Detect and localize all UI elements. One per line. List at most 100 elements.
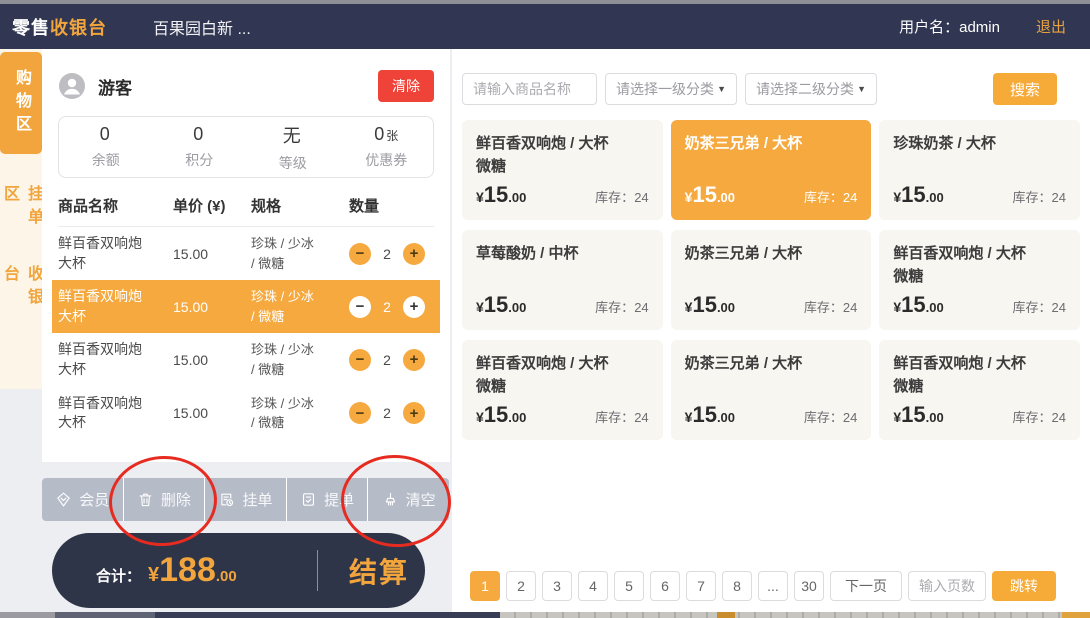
- store-name: 百果园白新 ...: [153, 15, 251, 39]
- stat-value: 0: [374, 124, 384, 144]
- cart-panel: 游客 清除 0 余额 0 积分: [42, 49, 450, 462]
- col-header-name: 商品名称: [58, 195, 173, 216]
- delete-button[interactable]: 删除: [124, 478, 206, 521]
- cart-item-spec: 珍珠 / 少冰 / 微糖: [251, 234, 349, 273]
- hold-order-button[interactable]: 挂单: [205, 478, 287, 521]
- product-stock: 库存：24: [595, 297, 648, 316]
- product-name: 鲜百香双响炮 / 大杯 微糖: [476, 132, 649, 179]
- product-card[interactable]: 鲜百香双响炮 / 大杯 微糖 ¥ 15 .00 库存：24: [879, 230, 1080, 330]
- product-card[interactable]: 珍珠奶茶 / 大杯 ¥ 15 .00 库存：24: [879, 120, 1080, 220]
- page-buttons: 1 2 3 4 5 6 7 8 ... 30: [470, 571, 824, 601]
- hold-order-icon: [218, 491, 235, 508]
- product-price-dec: .00: [508, 410, 526, 425]
- page-button[interactable]: 3: [542, 571, 572, 601]
- page-button[interactable]: ...: [758, 571, 788, 601]
- qty-minus-button[interactable]: −: [349, 296, 371, 318]
- product-search-input[interactable]: [462, 73, 597, 105]
- checkout-button[interactable]: 结算: [333, 533, 425, 608]
- product-currency: ¥: [476, 409, 484, 425]
- page-button[interactable]: 30: [794, 571, 824, 601]
- page-button[interactable]: 1: [470, 571, 500, 601]
- qty-minus-button[interactable]: −: [349, 402, 371, 424]
- username-value: admin: [959, 19, 1000, 36]
- product-price-dec: .00: [926, 410, 944, 425]
- page-button[interactable]: 4: [578, 571, 608, 601]
- sidebar-tab-label: 收银台: [0, 265, 45, 327]
- total-amount-dec: .00: [216, 568, 237, 585]
- col-header-qty: 数量: [349, 195, 434, 216]
- product-stock: 库存：24: [1013, 407, 1066, 426]
- page-button[interactable]: 6: [650, 571, 680, 601]
- product-currency: ¥: [893, 189, 901, 205]
- chevron-down-icon: ▼: [857, 84, 866, 94]
- product-price-int: 15: [484, 292, 508, 318]
- pickup-order-icon: [300, 491, 317, 508]
- page-button[interactable]: 2: [506, 571, 536, 601]
- sidebar-tab-cashier[interactable]: 收银台: [0, 265, 42, 327]
- clear-cart-button[interactable]: 清空: [368, 478, 449, 521]
- cart-row[interactable]: 鲜百香双响炮 大杯 15.00 珍珠 / 少冰 / 微糖 − 2 +: [52, 333, 440, 386]
- product-card-bottom: ¥ 15 .00 库存：24: [476, 402, 649, 428]
- page-button[interactable]: 8: [722, 571, 752, 601]
- col-header-price: 单价 (¥): [173, 195, 251, 216]
- product-currency: ¥: [893, 299, 901, 315]
- sidebar-tab-shopping[interactable]: 购物区: [0, 52, 42, 154]
- cart-row[interactable]: 鲜百香双响炮 大杯 15.00 珍珠 / 少冰 / 微糖 − 2 +: [52, 280, 440, 333]
- cart-item-spec: 珍珠 / 少冰 / 微糖: [251, 287, 349, 326]
- pickup-order-button[interactable]: 提单: [287, 478, 369, 521]
- product-card[interactable]: 鲜百香双响炮 / 大杯 微糖 ¥ 15 .00 库存：24: [879, 340, 1080, 440]
- product-card[interactable]: 草莓酸奶 / 中杯 ¥ 15 .00 库存：24: [462, 230, 663, 330]
- total-amount-int: 188: [159, 551, 216, 590]
- cart-item-qty-controls: − 2 +: [349, 296, 434, 318]
- member-button[interactable]: 会员: [42, 478, 124, 521]
- stat-value: 0: [193, 124, 203, 144]
- stat-unit: 张: [386, 129, 398, 143]
- product-currency: ¥: [685, 299, 693, 315]
- clear-cart-button-label: 清空: [406, 489, 436, 510]
- page-button[interactable]: 7: [686, 571, 716, 601]
- customer-row: 游客 清除: [58, 71, 434, 101]
- product-currency: ¥: [893, 409, 901, 425]
- qty-minus-button[interactable]: −: [349, 243, 371, 265]
- cart-item-price: 15.00: [173, 405, 251, 421]
- product-card[interactable]: 鲜百香双响炮 / 大杯 微糖 ¥ 15 .00 库存：24: [462, 340, 663, 440]
- cart-row[interactable]: 鲜百香双响炮 大杯 15.00 珍珠 / 少冰 / 微糖 − 2 +: [52, 227, 440, 280]
- total-currency: ¥: [148, 564, 159, 587]
- jump-button[interactable]: 跳转: [992, 571, 1056, 601]
- category2-select[interactable]: 请选择二级分类 ▼: [745, 73, 877, 105]
- product-stock: 库存：24: [1013, 187, 1066, 206]
- product-price-dec: .00: [926, 190, 944, 205]
- member-icon: [55, 491, 72, 508]
- cart-row[interactable]: 鲜百香双响炮 大杯 15.00 珍珠 / 少冰 / 微糖 − 2 +: [52, 387, 440, 440]
- stat-label: 积分: [153, 150, 247, 170]
- product-price-dec: .00: [717, 300, 735, 315]
- page-number-input[interactable]: [908, 571, 986, 601]
- product-price-int: 15: [692, 182, 716, 208]
- qty-value: 2: [379, 352, 395, 368]
- bottom-edge-artifact: [0, 612, 1090, 618]
- cart-item-spec: 珍珠 / 少冰 / 微糖: [251, 340, 349, 379]
- qty-minus-button[interactable]: −: [349, 349, 371, 371]
- qty-plus-button[interactable]: +: [403, 243, 425, 265]
- product-catalog-panel: 请选择一级分类 ▼ 请选择二级分类 ▼ 搜索 鲜百香双响炮 / 大杯 微糖 ¥: [452, 49, 1090, 618]
- product-card[interactable]: 奶茶三兄弟 / 大杯 ¥ 15 .00 库存：24: [671, 340, 872, 440]
- next-page-button[interactable]: 下一页: [830, 571, 902, 601]
- product-card[interactable]: 奶茶三兄弟 / 大杯 ¥ 15 .00 库存：24: [671, 230, 872, 330]
- left-tab-column: 购物区 挂单区 收银台: [0, 49, 42, 389]
- sidebar-tab-label: 购物区: [9, 69, 33, 138]
- stat-value: 无: [283, 126, 301, 146]
- logout-link[interactable]: 退出: [1036, 16, 1066, 37]
- qty-plus-button[interactable]: +: [403, 402, 425, 424]
- qty-plus-button[interactable]: +: [403, 296, 425, 318]
- category1-select[interactable]: 请选择一级分类 ▼: [605, 73, 737, 105]
- page-button[interactable]: 5: [614, 571, 644, 601]
- qty-plus-button[interactable]: +: [403, 349, 425, 371]
- clear-customer-button[interactable]: 清除: [378, 70, 434, 102]
- search-button[interactable]: 搜索: [993, 73, 1057, 105]
- product-card[interactable]: 鲜百香双响炮 / 大杯 微糖 ¥ 15 .00 库存：24: [462, 120, 663, 220]
- app-title-accent: 收银台: [50, 18, 107, 38]
- product-card-bottom: ¥ 15 .00 库存：24: [476, 182, 649, 208]
- product-card[interactable]: 奶茶三兄弟 / 大杯 ¥ 15 .00 库存：24: [671, 120, 872, 220]
- product-stock: 库存：24: [1013, 297, 1066, 316]
- sidebar-tab-held-orders[interactable]: 挂单区: [0, 185, 42, 247]
